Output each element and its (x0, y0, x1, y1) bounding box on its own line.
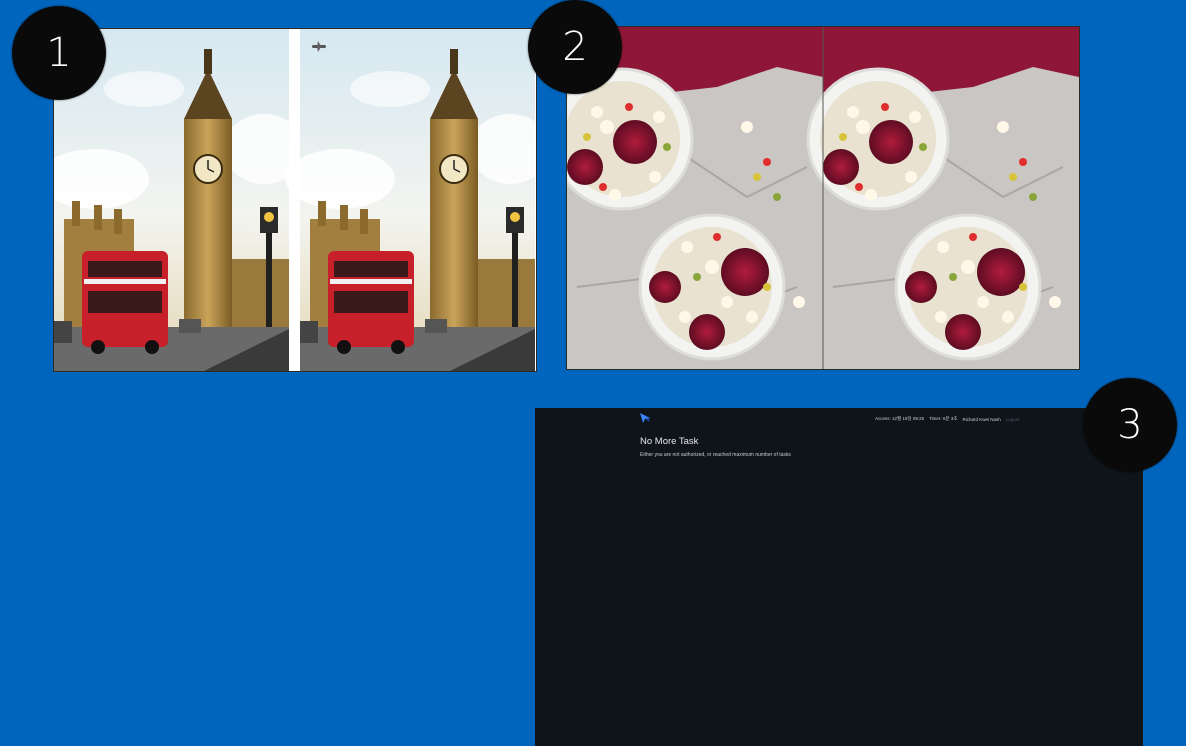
badge-1-label: 1 (46, 30, 72, 76)
badge-1: 1 (12, 6, 106, 100)
page-title: No More Task (640, 436, 699, 447)
badge-2: 2 (528, 0, 622, 94)
timer-value: 6분 3초 (942, 416, 958, 421)
popcorn-comparison-image (567, 27, 1079, 369)
access-label: Access: (875, 416, 891, 421)
badge-2-label: 2 (562, 24, 588, 70)
big-ben-comparison-panel (53, 28, 537, 372)
access-value: 12월 19일 09:25 (892, 416, 925, 421)
task-header: Access: 12월 19일 09:25 Timer: 6분 3초 Richa… (875, 416, 1053, 422)
big-ben-comparison-image (54, 29, 536, 371)
app-logo-icon[interactable] (639, 412, 651, 424)
popcorn-comparison-panel (566, 26, 1080, 370)
badge-3-label: 3 (1117, 402, 1143, 448)
task-screen-panel: Access: 12월 19일 09:25 Timer: 6분 3초 Richa… (535, 408, 1143, 746)
user-name: Richard Kwei Nash (962, 416, 1001, 422)
timer-label: Timer: (929, 416, 942, 421)
badge-3: 3 (1083, 378, 1177, 472)
logout-link[interactable]: Logout (1006, 417, 1020, 422)
page-subtitle: Either you are not authorized, or reache… (640, 452, 791, 458)
